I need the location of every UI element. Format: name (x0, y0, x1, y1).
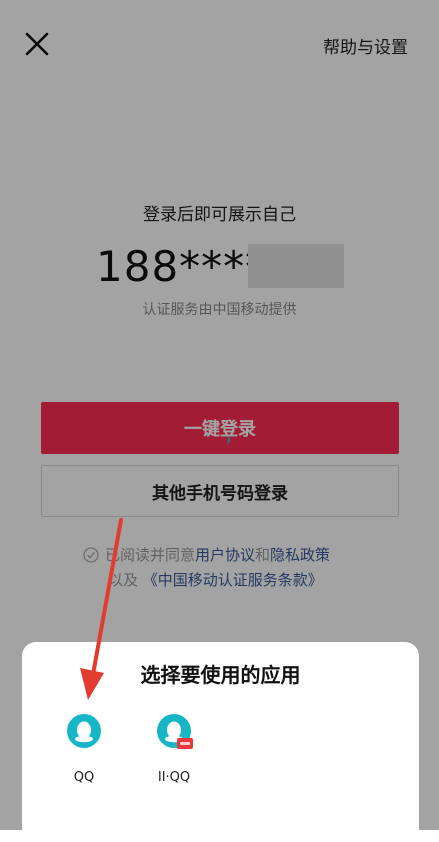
app-chooser-sheet: 选择要使用的应用 QQ II·QQ (22, 642, 419, 842)
chooser-title: 选择要使用的应用 (140, 663, 301, 687)
app-option-qq[interactable]: QQ (44, 714, 124, 785)
app-label-qq: QQ (73, 770, 95, 785)
app-option-qq-clone[interactable]: II·QQ (134, 714, 214, 785)
qq-icon (67, 714, 101, 748)
qq-clone-icon (157, 714, 193, 749)
app-label-qq-clone: II·QQ (157, 770, 191, 785)
